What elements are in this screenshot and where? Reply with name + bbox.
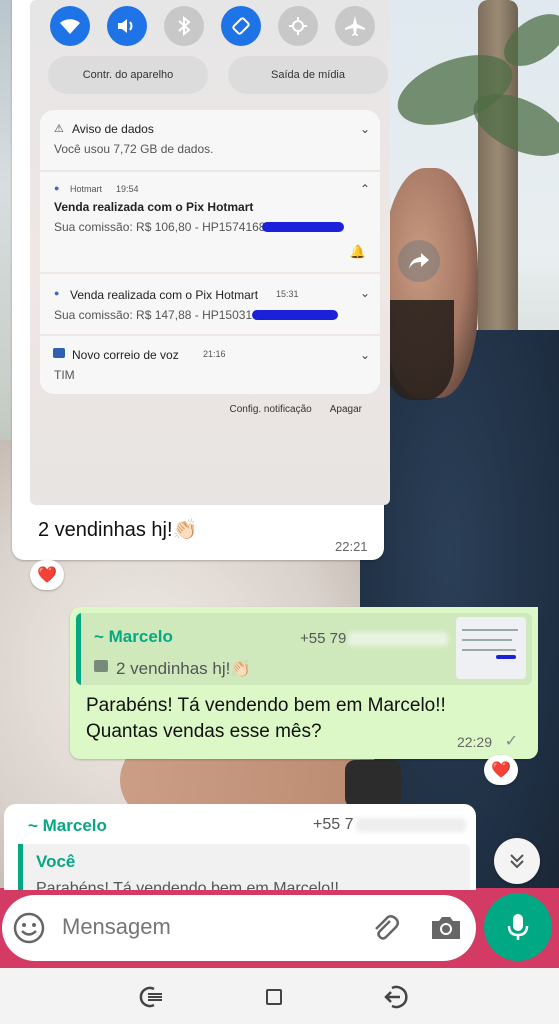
- emoji-icon[interactable]: [12, 911, 46, 945]
- notification-body: TIM: [54, 368, 75, 382]
- camera-icon[interactable]: [428, 911, 464, 945]
- message-text-line: Quantas vendas esse mês?: [86, 721, 322, 742]
- chevron-down-icon: ⌄: [359, 286, 370, 300]
- notification-footer: Config. notificação Apagar: [229, 404, 362, 415]
- quote-phone: +55 79: [300, 630, 347, 647]
- message-time: 22:29: [456, 734, 492, 750]
- notification-body: Você usou 7,72 GB de dados.: [54, 142, 214, 156]
- attach-clip-icon[interactable]: [368, 911, 402, 945]
- notification-body: Sua comissão: R$ 106,80 - HP1574168: [54, 220, 266, 234]
- bell-icon: 🔔: [349, 244, 366, 259]
- sender-phone: +55 7: [313, 816, 354, 833]
- notification-hotmart-2: ● Venda realizada com o Pix Hotmart 15:3…: [40, 274, 380, 334]
- background-person-beard: [384, 300, 454, 400]
- bluetooth-icon: [164, 6, 204, 46]
- power-saving-icon: [278, 6, 318, 46]
- wifi-icon: [50, 6, 90, 46]
- back-button[interactable]: [378, 982, 418, 1012]
- incoming-image-message[interactable]: Contr. do aparelho Saída de mídia ⚠ Avis…: [12, 0, 390, 560]
- quote-author: Você: [36, 852, 76, 871]
- incoming-reply-message[interactable]: ~ Marcelo +55 7 Você Parabéns! Tá venden…: [4, 804, 476, 890]
- microphone-button[interactable]: [484, 893, 552, 961]
- notification-title: Venda realizada com o Pix Hotmart: [70, 288, 259, 302]
- quoted-message[interactable]: ~ Marcelo +55 79 2 vendinhas hj!👏🏻: [76, 613, 532, 685]
- redaction-scribble: [252, 310, 338, 320]
- notification-hotmart-1: ● Hotmart 19:54 Venda realizada com o Pi…: [40, 172, 380, 272]
- home-button[interactable]: [254, 982, 294, 1012]
- warning-icon: ⚠: [54, 123, 64, 135]
- quote-accent-bar: [18, 844, 23, 890]
- rotation-icon: [221, 6, 261, 46]
- delivered-check-icon: ✓: [504, 733, 518, 750]
- notification-title: Novo correio de voz: [72, 348, 179, 362]
- recent-apps-button[interactable]: [130, 982, 170, 1012]
- message-composer: [2, 895, 476, 961]
- scroll-to-bottom-button[interactable]: [494, 838, 540, 884]
- chevron-up-icon: ⌃: [359, 182, 370, 196]
- message-time: 22:21: [335, 539, 368, 554]
- reaction-heart-icon[interactable]: ❤️: [30, 560, 64, 590]
- voicemail-icon: [53, 348, 65, 358]
- system-navigation-bar: [0, 968, 559, 1024]
- notification-body: Sua comissão: R$ 147,88 - HP150316: [54, 308, 259, 322]
- message-input[interactable]: [60, 913, 324, 941]
- quoted-message[interactable]: Você Parabéns! Tá vendendo bem em Marcel…: [18, 844, 470, 890]
- forward-icon[interactable]: [398, 240, 440, 282]
- quote-text: 2 vendinhas hj!👏🏻: [116, 659, 252, 678]
- reaction-heart-icon[interactable]: ❤️: [484, 755, 518, 785]
- notification-time: 15:31: [276, 289, 299, 299]
- notification-title: Venda realizada com o Pix Hotmart: [54, 200, 254, 214]
- notification-voicemail: Novo correio de voz 21:16 TIM ⌄: [40, 336, 380, 394]
- microphone-icon: [507, 914, 529, 940]
- outgoing-message[interactable]: ~ Marcelo +55 79 2 vendinhas hj!👏🏻 Parab…: [70, 607, 538, 759]
- volume-icon: [107, 6, 147, 46]
- quote-text: Parabéns! Tá vendendo bem em Marcelo!!: [36, 880, 339, 890]
- device-control-button: Contr. do aparelho: [48, 56, 208, 94]
- notification-title: Aviso de dados: [72, 122, 154, 136]
- redaction-scribble: [262, 222, 344, 232]
- quote-author: ~ Marcelo: [94, 627, 173, 646]
- message-text-line: Parabéns! Tá vendendo bem em Marcelo!!: [86, 695, 446, 716]
- notification-app-name: Hotmart: [70, 184, 103, 194]
- photo-icon: [94, 660, 108, 672]
- chevron-down-icon: ⌄: [359, 348, 370, 362]
- redacted-phone: [348, 632, 448, 646]
- hotmart-icon: ●: [54, 288, 60, 298]
- notification-data-warning: ⚠ Aviso de dados Você usou 7,72 GB de da…: [40, 110, 380, 170]
- message-text: 2 vendinhas hj!👏🏻: [38, 519, 198, 541]
- quote-accent-bar: [76, 613, 81, 685]
- notification-time: 19:54: [116, 184, 139, 194]
- quote-thumbnail: [456, 617, 526, 679]
- reaction-emoji: ❤️: [491, 762, 511, 779]
- chevron-down-icon: ⌄: [359, 122, 370, 136]
- notification-time: 21:16: [203, 349, 226, 359]
- reaction-emoji: ❤️: [37, 567, 57, 584]
- quick-settings-row: [50, 6, 375, 46]
- airplane-icon: [335, 6, 375, 46]
- notification-screenshot[interactable]: Contr. do aparelho Saída de mídia ⚠ Avis…: [30, 0, 390, 505]
- redacted-phone: [356, 818, 466, 832]
- hotmart-icon: ●: [54, 183, 60, 193]
- back-icon: [384, 985, 408, 1009]
- media-output-button: Saída de mídia: [228, 56, 388, 94]
- background-watch: [345, 760, 401, 808]
- double-chevron-down-icon: [510, 854, 524, 869]
- recent-apps-icon: [139, 986, 162, 1008]
- clear-notifications-link: Apagar: [329, 404, 362, 415]
- sender-name: ~ Marcelo: [28, 816, 107, 835]
- quick-action-row: Contr. do aparelho Saída de mídia: [48, 56, 388, 94]
- notification-settings-link: Config. notificação: [229, 404, 312, 415]
- home-icon: [266, 989, 282, 1005]
